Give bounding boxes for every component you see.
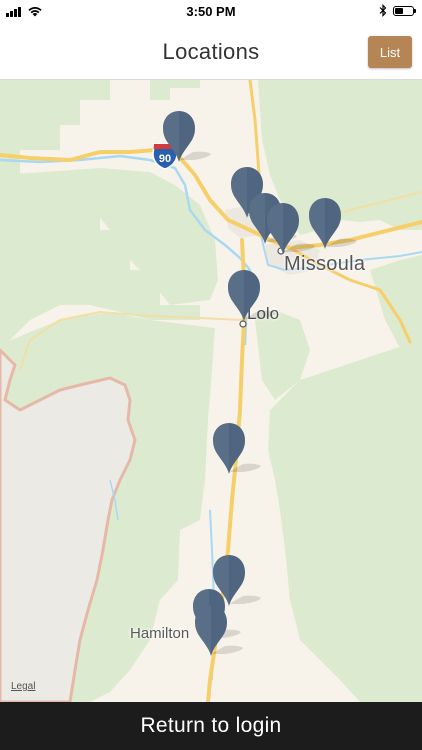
return-to-login-button[interactable]: Return to login	[0, 702, 422, 750]
location-marker[interactable]	[163, 110, 211, 166]
battery-fill	[395, 7, 403, 14]
location-marker[interactable]	[309, 197, 357, 253]
map-pin-icon	[213, 423, 261, 474]
map-label-hamilton: Hamilton	[130, 625, 190, 642]
status-right	[379, 4, 416, 17]
location-marker[interactable]	[213, 422, 261, 478]
location-marker[interactable]	[195, 604, 243, 660]
bluetooth-icon	[379, 4, 387, 17]
status-bar: 3:50 PM	[0, 0, 422, 24]
list-button[interactable]: List	[368, 36, 412, 68]
location-marker[interactable]	[228, 269, 276, 325]
map-pin-icon	[309, 198, 357, 249]
battery-icon	[393, 5, 416, 16]
location-marker[interactable]	[267, 202, 315, 258]
map-pin-icon	[163, 111, 211, 162]
legal-link[interactable]: Legal	[11, 681, 35, 692]
map-pin-icon	[228, 270, 276, 321]
map-view[interactable]: 90 Missoula Lolo Hamilton Legal	[0, 80, 422, 702]
map-pin-icon	[195, 605, 243, 656]
page-title: Locations	[162, 39, 260, 64]
status-time: 3:50 PM	[186, 4, 236, 19]
navigation-bar: Locations List	[0, 24, 422, 80]
